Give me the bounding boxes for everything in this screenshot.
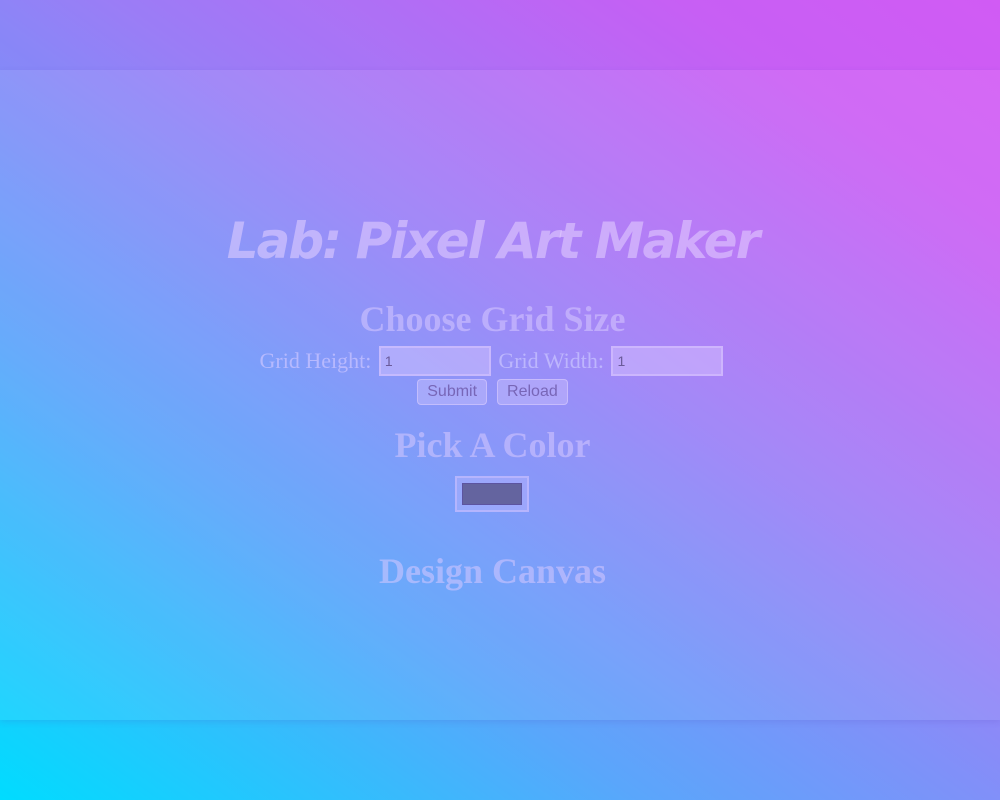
grid-height-label: Grid Height: xyxy=(259,348,372,373)
color-picker[interactable] xyxy=(455,476,529,512)
reload-button[interactable]: Reload xyxy=(497,379,568,405)
grid-size-heading: Choose Grid Size xyxy=(359,299,626,339)
pick-color-heading: Pick A Color xyxy=(394,425,591,465)
submit-button[interactable]: Submit xyxy=(417,379,488,405)
grid-width-input[interactable] xyxy=(611,346,724,376)
page-content: Lab: Pixel Art Maker Choose Grid Size Gr… xyxy=(0,0,1000,800)
page-title: Lab: Pixel Art Maker xyxy=(226,212,760,270)
grid-width-label: Grid Width: xyxy=(498,348,604,373)
grid-height-input[interactable] xyxy=(378,346,491,376)
design-canvas-heading: Design Canvas xyxy=(378,551,607,591)
grid-form-buttons: Submit Reload xyxy=(0,379,985,405)
grid-size-form: Grid Height: Grid Width: xyxy=(0,346,985,376)
color-swatch xyxy=(462,483,522,505)
